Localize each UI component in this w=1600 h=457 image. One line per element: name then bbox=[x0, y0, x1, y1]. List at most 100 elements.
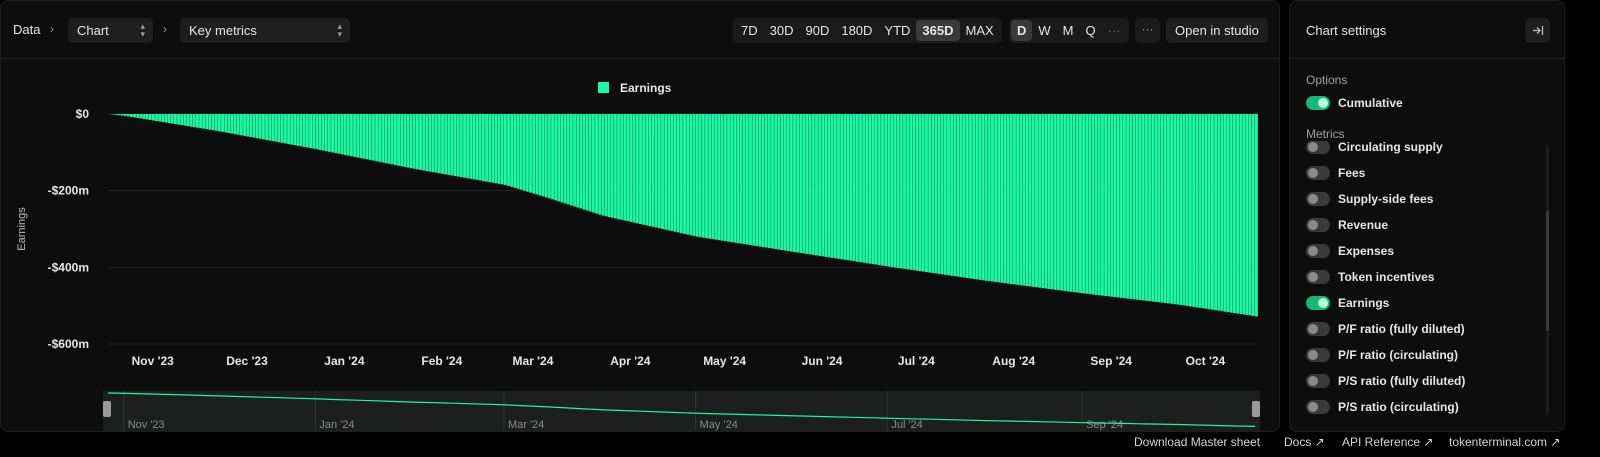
earnings-bar[interactable] bbox=[239, 114, 243, 136]
earnings-bar[interactable] bbox=[271, 114, 275, 142]
earnings-bar[interactable] bbox=[1173, 114, 1177, 305]
earnings-bar[interactable] bbox=[189, 114, 193, 127]
earnings-bar[interactable] bbox=[859, 114, 862, 263]
earnings-bar[interactable] bbox=[673, 114, 677, 232]
earnings-bar[interactable] bbox=[595, 114, 598, 214]
earnings-bar[interactable] bbox=[881, 114, 884, 266]
earnings-bar[interactable] bbox=[202, 114, 206, 129]
earnings-bar[interactable] bbox=[805, 114, 809, 254]
toggle-switch[interactable] bbox=[1306, 218, 1330, 232]
earnings-bar[interactable] bbox=[994, 114, 998, 282]
earnings-bar[interactable] bbox=[846, 114, 850, 261]
metric-p-s-ratio-fully-diluted[interactable]: P/S ratio (fully diluted) bbox=[1306, 372, 1465, 390]
earnings-bar[interactable] bbox=[151, 114, 155, 121]
earnings-bar[interactable] bbox=[824, 114, 828, 257]
earnings-bar[interactable] bbox=[591, 114, 595, 213]
earnings-bar[interactable] bbox=[1113, 114, 1117, 298]
earnings-bar[interactable] bbox=[1072, 114, 1076, 293]
earnings-bar[interactable] bbox=[296, 114, 300, 146]
earnings-bar[interactable] bbox=[1000, 114, 1004, 283]
earnings-bar[interactable] bbox=[507, 114, 510, 186]
earnings-bar[interactable] bbox=[598, 114, 602, 215]
earnings-bar[interactable] bbox=[224, 114, 228, 133]
earnings-bar[interactable] bbox=[1119, 114, 1123, 298]
earnings-bar[interactable] bbox=[1123, 114, 1126, 299]
earnings-bar[interactable] bbox=[205, 114, 209, 130]
earnings-bar[interactable] bbox=[730, 114, 734, 243]
earnings-bar[interactable] bbox=[912, 114, 916, 271]
earnings-bar[interactable] bbox=[227, 114, 231, 133]
earnings-bar[interactable] bbox=[777, 114, 781, 250]
earnings-bar[interactable] bbox=[331, 114, 334, 153]
toggle-switch[interactable] bbox=[1306, 244, 1330, 258]
earnings-bar[interactable] bbox=[1132, 114, 1136, 300]
earnings-bar[interactable] bbox=[956, 114, 960, 277]
tokenterminal-link[interactable]: tokenterminal.com ↗ bbox=[1449, 435, 1560, 451]
earnings-bar[interactable] bbox=[692, 114, 696, 236]
earnings-bar[interactable] bbox=[871, 114, 875, 265]
earnings-bar[interactable] bbox=[368, 114, 372, 160]
earnings-bar[interactable] bbox=[161, 114, 165, 123]
earnings-bar[interactable] bbox=[1079, 114, 1082, 293]
earnings-bar[interactable] bbox=[1145, 114, 1148, 301]
earnings-bar[interactable] bbox=[170, 114, 174, 124]
earnings-bar[interactable] bbox=[947, 114, 950, 276]
granularity-more[interactable]: ··· bbox=[1102, 20, 1127, 41]
earnings-bar[interactable] bbox=[280, 114, 284, 143]
earnings-bar[interactable] bbox=[1195, 114, 1199, 308]
earnings-bar[interactable] bbox=[1069, 114, 1073, 292]
earnings-bar[interactable] bbox=[1075, 114, 1079, 293]
earnings-bar[interactable] bbox=[821, 114, 825, 257]
earnings-bar[interactable] bbox=[136, 114, 140, 118]
earnings-bar[interactable] bbox=[123, 114, 127, 116]
earnings-bar[interactable] bbox=[664, 114, 668, 230]
earnings-bar[interactable] bbox=[903, 114, 906, 269]
earnings-bar[interactable] bbox=[874, 114, 878, 265]
earnings-bar[interactable] bbox=[1104, 114, 1108, 296]
earnings-bar[interactable] bbox=[764, 114, 768, 248]
earnings-bar[interactable] bbox=[635, 114, 639, 224]
earnings-bar[interactable] bbox=[1066, 114, 1070, 292]
earnings-bar[interactable] bbox=[1176, 114, 1180, 305]
earnings-bar[interactable] bbox=[321, 114, 325, 151]
earnings-bar[interactable] bbox=[337, 114, 341, 154]
earnings-bar[interactable] bbox=[1053, 114, 1057, 290]
earnings-bar[interactable] bbox=[142, 114, 146, 119]
earnings-bar[interactable] bbox=[547, 114, 551, 199]
earnings-bar[interactable] bbox=[290, 114, 294, 145]
earnings-bar[interactable] bbox=[148, 114, 152, 121]
earnings-bar[interactable] bbox=[1154, 114, 1158, 302]
earnings-bar[interactable] bbox=[491, 114, 495, 183]
earnings-bar[interactable] bbox=[535, 114, 539, 195]
earnings-bar[interactable] bbox=[133, 114, 137, 118]
earnings-bar[interactable] bbox=[211, 114, 215, 131]
earnings-bar[interactable] bbox=[214, 114, 218, 131]
earnings-bar[interactable] bbox=[1151, 114, 1155, 302]
earnings-bar[interactable] bbox=[862, 114, 866, 263]
earnings-bar[interactable] bbox=[818, 114, 822, 256]
earnings-bar[interactable] bbox=[780, 114, 784, 251]
earnings-bar[interactable] bbox=[767, 114, 771, 249]
earnings-bar[interactable] bbox=[378, 114, 382, 162]
earnings-bar[interactable] bbox=[494, 114, 498, 184]
earnings-bar[interactable] bbox=[689, 114, 693, 236]
earnings-bar[interactable] bbox=[1038, 114, 1042, 288]
earnings-bar[interactable] bbox=[177, 114, 181, 125]
earnings-bar[interactable] bbox=[381, 114, 385, 163]
earnings-bar[interactable] bbox=[610, 114, 614, 218]
earnings-bar[interactable] bbox=[1214, 114, 1218, 311]
earnings-bar[interactable] bbox=[164, 114, 168, 123]
earnings-bar[interactable] bbox=[554, 114, 558, 201]
earnings-bar[interactable] bbox=[1094, 114, 1098, 295]
earnings-bar[interactable] bbox=[654, 114, 658, 228]
earnings-bar[interactable] bbox=[893, 114, 897, 268]
earnings-bar[interactable] bbox=[642, 114, 646, 225]
earnings-bar[interactable] bbox=[934, 114, 938, 274]
earnings-bar[interactable] bbox=[541, 114, 545, 197]
earnings-bar[interactable] bbox=[459, 114, 463, 178]
earnings-bar[interactable] bbox=[1220, 114, 1224, 312]
earnings-bar[interactable] bbox=[1185, 114, 1189, 306]
earnings-bar[interactable] bbox=[1248, 114, 1252, 316]
earnings-bar[interactable] bbox=[186, 114, 190, 127]
earnings-bar[interactable] bbox=[305, 114, 309, 148]
